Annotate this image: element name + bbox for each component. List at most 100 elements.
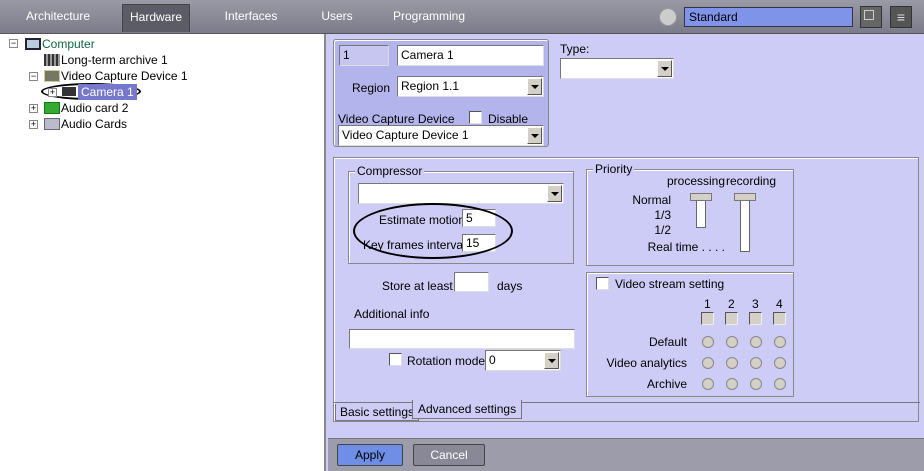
stream-checkbox-4[interactable] (773, 312, 786, 325)
disable-checkbox[interactable] (469, 111, 482, 124)
layout-select[interactable]: Standard (684, 7, 853, 27)
capture-device-icon (44, 70, 60, 82)
stream-checkbox-3[interactable] (749, 312, 762, 325)
layout-grid-icon[interactable] (860, 6, 882, 28)
tab-hardware[interactable]: Hardware (122, 4, 190, 32)
region-select[interactable]: Region 1.1 (397, 76, 544, 97)
additional-info-input[interactable] (349, 329, 575, 349)
chevron-down-icon[interactable] (527, 127, 542, 144)
settings-hex-icon[interactable] (659, 8, 677, 26)
radio[interactable] (774, 357, 786, 369)
collapse-icon[interactable]: − (29, 72, 38, 81)
tree-item-camera[interactable]: Camera 1 (78, 84, 137, 100)
stream-row-video-analytics: Video analytics (606, 356, 688, 370)
processing-label: processing (667, 174, 726, 188)
region-label: Region (352, 81, 391, 95)
highlight-oval (353, 203, 513, 259)
settings-panel: 1 Camera 1 Region Region 1.1 Video Captu… (328, 34, 924, 438)
radio[interactable] (726, 357, 738, 369)
archive-icon (44, 54, 60, 66)
chevron-down-icon[interactable] (544, 352, 559, 369)
rotation-value: 0 (489, 353, 496, 367)
compressor-group: Compressor Estimate motion 5 Key frames … (348, 164, 574, 264)
radio[interactable] (702, 357, 714, 369)
store-label: Store at least (382, 279, 453, 293)
tab-advanced-settings[interactable]: Advanced settings (412, 400, 523, 419)
expand-icon[interactable]: + (29, 120, 38, 129)
type-label: Type: (560, 42, 590, 56)
tree-item-audio-cards[interactable]: Audio Cards (61, 116, 127, 132)
radio[interactable] (750, 378, 762, 390)
vcd-select[interactable]: Video Capture Device 1 (338, 125, 544, 146)
priority-level-1-3: 1/3 (654, 208, 671, 222)
tab-interfaces[interactable]: Interfaces (218, 4, 284, 32)
disable-label: Disable (488, 112, 529, 126)
stream-col-4: 4 (776, 297, 783, 311)
priority-group: Priority processing recording Normal 1/3… (586, 162, 794, 266)
stream-checkbox-2[interactable] (725, 312, 738, 325)
radio[interactable] (702, 336, 714, 348)
radio[interactable] (750, 336, 762, 348)
additional-info-label: Additional info (354, 307, 430, 321)
tree-item-audio-card[interactable]: Audio card 2 (61, 100, 128, 116)
recording-slider-track[interactable] (740, 196, 750, 252)
radio[interactable] (774, 378, 786, 390)
chevron-down-icon[interactable] (527, 78, 542, 95)
stream-checkbox-1[interactable] (701, 312, 714, 325)
compressor-select[interactable] (358, 183, 564, 204)
camera-id-field: 1 (339, 45, 389, 66)
tab-users[interactable]: Users (312, 4, 362, 32)
chevron-down-icon[interactable] (657, 60, 672, 77)
advanced-settings-page: Compressor Estimate motion 5 Key frames … (333, 157, 920, 422)
camera-icon (62, 87, 76, 96)
menu-icon[interactable]: ≡ (890, 6, 912, 28)
stream-row-archive: Archive (646, 377, 687, 391)
audio-card-icon (44, 102, 60, 114)
vcd-value: Video Capture Device 1 (342, 128, 469, 142)
top-menu-bar: Architecture Hardware Interfaces Users P… (0, 0, 924, 34)
camera-name-input[interactable]: Camera 1 (397, 45, 544, 66)
rotation-select[interactable]: 0 (485, 350, 561, 371)
recording-slider-thumb[interactable] (734, 193, 756, 201)
radio[interactable] (750, 357, 762, 369)
store-days-input[interactable] (454, 272, 489, 292)
stream-row-default: Default (648, 335, 687, 349)
rotation-label: Rotation mode (407, 354, 486, 368)
hardware-tree: − Computer Long-term archive 1 − Video C… (0, 34, 326, 471)
collapse-icon[interactable]: − (9, 39, 18, 48)
type-select[interactable] (560, 58, 674, 79)
priority-level-realtime: Real time . . . . (647, 240, 725, 254)
tab-basic-settings[interactable]: Basic settings (335, 404, 420, 421)
tree-item-computer[interactable]: Computer (42, 36, 95, 52)
processing-slider-thumb[interactable] (690, 193, 712, 201)
radio[interactable] (774, 336, 786, 348)
tab-architecture[interactable]: Architecture (18, 4, 98, 32)
expand-icon[interactable]: + (48, 88, 57, 97)
stream-col-2: 2 (728, 297, 735, 311)
radio[interactable] (726, 378, 738, 390)
tree-item-video-capture-device[interactable]: Video Capture Device 1 (61, 68, 188, 84)
vcd-label: Video Capture Device (338, 112, 455, 126)
priority-title: Priority (593, 162, 635, 176)
tree-item-archive[interactable]: Long-term archive 1 (61, 52, 168, 68)
bottom-action-bar: Apply Cancel (328, 438, 924, 471)
video-stream-group: Video stream setting 1 2 3 4 Default Vid… (586, 272, 794, 397)
camera-info-group: 1 Camera 1 Region Region 1.1 Video Captu… (333, 39, 549, 147)
region-value: Region 1.1 (401, 79, 460, 93)
priority-level-normal: Normal (632, 193, 671, 207)
expand-icon[interactable]: + (29, 104, 38, 113)
video-stream-checkbox[interactable] (596, 277, 609, 290)
rotation-checkbox[interactable] (389, 353, 402, 366)
apply-button[interactable]: Apply (337, 444, 403, 466)
priority-level-1-2: 1/2 (654, 223, 671, 237)
store-unit: days (497, 279, 523, 293)
chevron-down-icon[interactable] (547, 185, 562, 202)
tab-programming[interactable]: Programming (388, 4, 470, 32)
radio[interactable] (726, 336, 738, 348)
cancel-button[interactable]: Cancel (413, 444, 485, 466)
compressor-title: Compressor (355, 164, 425, 178)
folder-icon (44, 118, 60, 130)
video-stream-label: Video stream setting (615, 277, 725, 291)
computer-icon (25, 38, 41, 50)
radio[interactable] (702, 378, 714, 390)
